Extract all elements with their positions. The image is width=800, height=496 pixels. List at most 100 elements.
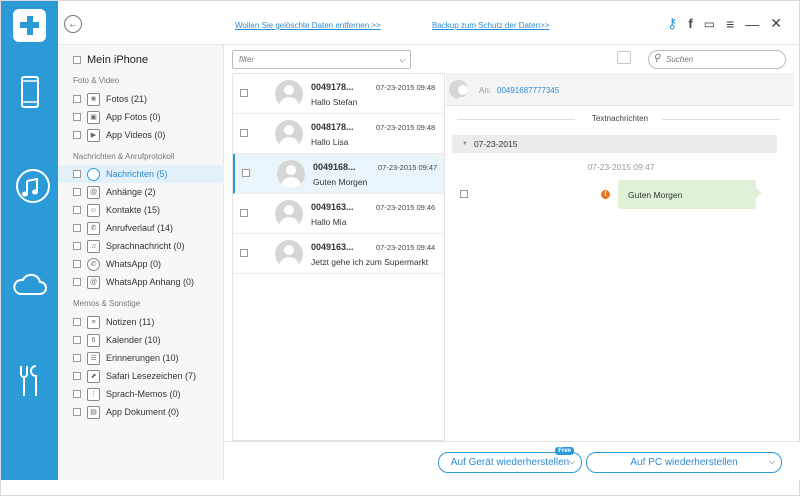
restore-to-pc-button[interactable]: Auf PC wiederherstellen ⌵ xyxy=(586,452,782,473)
checkbox[interactable] xyxy=(73,242,81,250)
app-logo-icon xyxy=(13,9,46,42)
restore-to-device-button[interactable]: Auf Gerät wiederherstellen Free ⌵ xyxy=(438,447,582,473)
message-preview: Hallo Stefan xyxy=(311,97,358,107)
delete-data-link[interactable]: Wollen Sie gelöschte Daten entfernen >> xyxy=(235,21,381,30)
photo-icon: ❀ xyxy=(87,92,100,106)
sidebar-item-app-dokument[interactable]: ▤ App Dokument (0) xyxy=(58,403,224,421)
message-preview: Guten Morgen xyxy=(313,177,368,187)
checkbox[interactable] xyxy=(240,209,248,217)
sidebar-item-label: Notizen (11) xyxy=(106,317,155,327)
message-preview: Jetzt gehe ich zum Supermarkt xyxy=(311,257,429,267)
detail-header: An: 00491687777345 xyxy=(446,73,794,106)
back-button[interactable]: ← xyxy=(64,15,82,33)
close-icon[interactable]: ✕ xyxy=(770,15,782,32)
checkbox[interactable] xyxy=(73,354,81,362)
message-sender: 0049178... xyxy=(311,82,354,92)
sidebar-item-label: WhatsApp (0) xyxy=(106,259,162,269)
message-preview: Hallo Lisa xyxy=(311,137,349,147)
list-item-selected[interactable]: 0049168... 07-23-2015 09:47 Guten Morgen xyxy=(233,154,444,194)
sidebar-item-whatsapp[interactable]: ✆ WhatsApp (0) xyxy=(58,255,224,273)
nav-cloud-icon[interactable] xyxy=(1,269,58,299)
nav-music-icon[interactable] xyxy=(1,169,58,207)
sidebar-item-app-videos[interactable]: ▶ App Videos (0) xyxy=(58,126,224,144)
content-toolbar: filter ⌵ ⚲ Suchen xyxy=(225,45,800,73)
checkbox[interactable] xyxy=(73,408,81,416)
sidebar-item-kalender[interactable]: 6 Kalender (10) xyxy=(58,331,224,349)
sidebar-item-fotos[interactable]: ❀ Fotos (21) xyxy=(58,90,224,108)
checkbox[interactable] xyxy=(73,188,81,196)
sidebar-item-label: App Dokument (0) xyxy=(106,407,180,417)
sidebar-item-label: Kalender (10) xyxy=(106,335,161,345)
minimize-icon[interactable]: — xyxy=(745,16,759,32)
sidebar-item-app-fotos[interactable]: ▣ App Fotos (0) xyxy=(58,108,224,126)
checkbox[interactable] xyxy=(240,129,248,137)
chevron-down-icon: ⌵ xyxy=(398,55,405,64)
list-item[interactable]: 0049163... 07-23-2015 09:44 Jetzt gehe i… xyxy=(233,234,444,274)
chevron-down-icon: ⌵ xyxy=(768,457,775,466)
date-group-header[interactable]: ▼ 07-23-2015 xyxy=(452,135,777,153)
filter-dropdown[interactable]: filter ⌵ xyxy=(232,50,411,69)
checkbox[interactable] xyxy=(73,260,81,268)
message-bubble: Guten Morgen xyxy=(618,180,762,209)
nav-device-icon[interactable] xyxy=(1,73,58,111)
checkbox[interactable] xyxy=(73,372,81,380)
sidebar-item-label: Erinnerungen (10) xyxy=(106,353,179,363)
list-item[interactable]: 0049163... 07-23-2015 09:46 Hallo Mia xyxy=(233,194,444,234)
checkbox[interactable] xyxy=(240,249,248,257)
select-all-checkbox[interactable] xyxy=(73,56,81,64)
checkbox[interactable] xyxy=(73,170,81,178)
message-checkbox[interactable] xyxy=(460,190,468,198)
checkbox[interactable] xyxy=(73,390,81,398)
checkbox[interactable] xyxy=(240,89,248,97)
checkbox[interactable] xyxy=(73,278,81,286)
arrow-left-icon: ← xyxy=(68,18,78,30)
sidebar-item-kontakte[interactable]: ☺ Kontakte (15) xyxy=(58,201,224,219)
avatar xyxy=(449,80,468,99)
message-time: 07-23-2015 09:47 xyxy=(378,163,438,172)
message-sender: 0049163... xyxy=(311,242,354,252)
sidebar-item-notizen[interactable]: ≡ Notizen (11) xyxy=(58,313,224,331)
checkbox[interactable] xyxy=(73,336,81,344)
facebook-icon[interactable]: f xyxy=(688,16,692,31)
sidebar-item-label: Anrufverlauf (14) xyxy=(106,223,174,233)
sidebar-item-sprach-memos[interactable]: ⋮ Sprach-Memos (0) xyxy=(58,385,224,403)
print-icon[interactable] xyxy=(617,51,631,64)
phone-icon: ✆ xyxy=(87,221,100,235)
device-title-row[interactable]: Mein iPhone xyxy=(58,51,224,69)
date-group-label: 07-23-2015 xyxy=(473,139,518,149)
sidebar-item-label: WhatsApp Anhang (0) xyxy=(106,277,195,287)
category-memos: Memos & Sonstige xyxy=(73,299,141,308)
menu-icon[interactable]: ≡ xyxy=(726,16,734,32)
video-icon: ▶ xyxy=(87,128,100,142)
attachment-icon: @ xyxy=(87,185,100,199)
list-item[interactable]: 0049178... 07-23-2015 09:48 Hallo Stefan xyxy=(233,74,444,114)
sidebar-item-label: App Fotos (0) xyxy=(106,112,161,122)
sidebar-item-anrufverlauf[interactable]: ✆ Anrufverlauf (14) xyxy=(58,219,224,237)
sidebar-item-label: Sprachnachricht (0) xyxy=(106,241,185,251)
checkbox[interactable] xyxy=(73,224,81,232)
sidebar-item-nachrichten[interactable]: Nachrichten (5) xyxy=(58,165,224,183)
avatar xyxy=(275,120,303,148)
checkbox[interactable] xyxy=(242,169,250,177)
checkbox[interactable] xyxy=(73,206,81,214)
message-timestamp: 07-23-2015 09:47 xyxy=(587,162,655,172)
key-icon[interactable]: ⚷ xyxy=(667,15,677,32)
backup-link[interactable]: Backup zum Schutz der Daten>> xyxy=(432,21,549,30)
sidebar-item-sprachnachricht[interactable]: ♫ Sprachnachricht (0) xyxy=(58,237,224,255)
list-item[interactable]: 0048178... 07-23-2015 09:48 Hallo Lisa xyxy=(233,114,444,154)
message-icon xyxy=(87,167,100,181)
checkbox[interactable] xyxy=(73,113,81,121)
avatar xyxy=(275,240,303,268)
message-sender: 0049168... xyxy=(313,162,356,172)
sidebar-item-anhaenge[interactable]: @ Anhänge (2) xyxy=(58,183,224,201)
checkbox[interactable] xyxy=(73,131,81,139)
sidebar-item-safari[interactable]: ⬈ Safari Lesezeichen (7) xyxy=(58,367,224,385)
checkbox[interactable] xyxy=(73,318,81,326)
search-input[interactable]: ⚲ Suchen xyxy=(648,50,786,69)
sidebar-item-whatsapp-anhang[interactable]: @ WhatsApp Anhang (0) xyxy=(58,273,224,291)
sidebar-item-erinnerungen[interactable]: ☰ Erinnerungen (10) xyxy=(58,349,224,367)
message-bubble-text: Guten Morgen xyxy=(628,189,683,200)
feedback-icon[interactable]: ▭ xyxy=(704,17,715,31)
checkbox[interactable] xyxy=(73,95,81,103)
nav-tools-icon[interactable] xyxy=(1,363,58,399)
